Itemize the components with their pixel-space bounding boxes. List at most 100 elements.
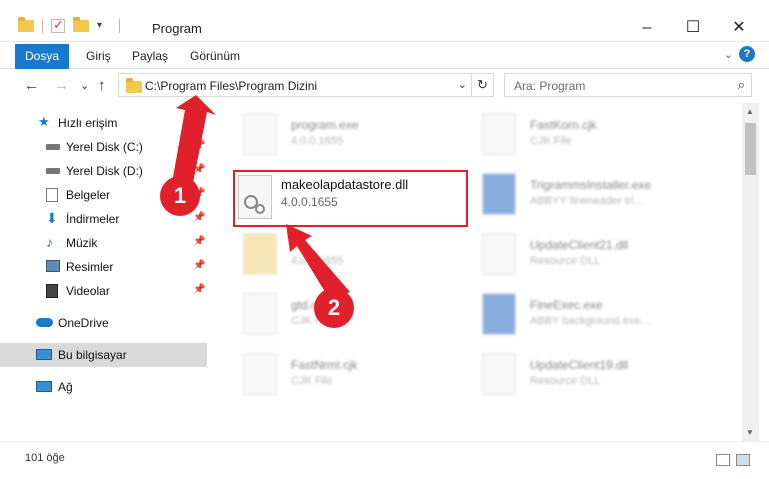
tab-file[interactable]: Dosya [15, 44, 69, 69]
list-item[interactable]: el 4.0.0.1655 [243, 229, 493, 285]
file-name: FastKorn.cjk [530, 118, 597, 132]
file-name: FineExec.exe [530, 298, 603, 312]
highlighted-file-item[interactable]: makeolapdatastore.dll 4.0.0.1655 [233, 170, 468, 227]
file-detail: 4.0.0.1655 [291, 255, 343, 267]
pin-icon[interactable]: 📌 [193, 164, 205, 175]
address-path[interactable]: C:\Program Files\Program Dizini [145, 79, 317, 93]
item-count: 101 öğe [25, 452, 65, 464]
address-dropdown-icon[interactable]: ⌄ [458, 78, 467, 91]
sidebar-item-music[interactable]: ♪ Müzik 📌 [0, 231, 207, 255]
list-item[interactable]: TrigrammsInstaller.exe ABBYY fineneader … [482, 169, 732, 225]
file-icon [482, 173, 516, 215]
drive-icon [46, 144, 60, 150]
list-item[interactable]: FastKorn.cjk CJK File [482, 109, 732, 165]
quick-access-toolbar: ▾ [18, 17, 120, 33]
sidebar-item-label: OneDrive [58, 316, 109, 330]
gear-icon [244, 195, 265, 214]
documents-icon [46, 188, 58, 202]
window-title: Program [152, 21, 202, 36]
expand-ribbon-icon[interactable]: ⌄ [724, 48, 733, 61]
list-item[interactable]: UpdateClient21.dll Resource DLL [482, 229, 732, 285]
scroll-down-icon[interactable]: ▼ [746, 428, 754, 437]
file-list: program.exe 4.0.0.1655 FastKorn.cjk CJK … [207, 103, 742, 441]
navigation-pane: ★ Hızlı erişim Yerel Disk (C:) 📌 Yerel D… [0, 103, 207, 441]
list-item[interactable]: program.exe 4.0.0.1655 [243, 109, 493, 165]
divider [119, 19, 120, 33]
pin-icon[interactable]: 📌 [193, 260, 205, 271]
star-icon: ★ [38, 114, 50, 129]
close-button[interactable]: ✕ [716, 14, 762, 42]
up-button[interactable]: ↑ [98, 77, 106, 94]
back-button[interactable]: ← [24, 77, 39, 94]
details-view-icon[interactable] [716, 454, 730, 466]
list-item[interactable]: UpdateClient19.dll Resource DLL [482, 349, 732, 405]
minimize-button[interactable]: – [624, 14, 670, 42]
address-bar[interactable]: C:\Program Files\Program Dizini ⌄ ↻ [118, 73, 494, 97]
recent-locations-button[interactable]: ⌄ [80, 79, 89, 92]
file-icon [482, 233, 516, 275]
large-icons-view-icon[interactable] [736, 454, 750, 466]
list-item[interactable]: gtd.cjk CJK File [243, 289, 493, 345]
new-folder-icon[interactable] [73, 17, 89, 32]
folder-icon [126, 78, 142, 93]
file-icon [243, 293, 277, 335]
scroll-up-icon[interactable]: ▲ [746, 107, 754, 116]
sidebar-item-this-pc[interactable]: Bu bilgisayar [0, 343, 207, 367]
tab-share[interactable]: Paylaş [122, 44, 178, 69]
sidebar-item-label: Ağ [58, 380, 73, 394]
forward-button[interactable]: → [54, 77, 69, 94]
file-name: UpdateClient21.dll [530, 238, 629, 252]
file-icon [482, 113, 516, 155]
refresh-button[interactable]: ↻ [471, 74, 493, 96]
list-item[interactable]: FineExec.exe ABBY background exe... [482, 289, 732, 345]
list-item[interactable]: FastNrml.cjk CJK File [243, 349, 493, 405]
sidebar-item-label: Belgeler [66, 188, 111, 202]
vertical-scrollbar[interactable]: ▲ ▼ [742, 103, 759, 441]
file-icon [243, 353, 277, 395]
maximize-button[interactable]: ☐ [670, 14, 716, 42]
scrollbar-thumb[interactable] [745, 123, 756, 175]
file-detail: Resource DLL [530, 255, 601, 267]
pictures-icon [46, 260, 60, 272]
navigation-bar: ← → ⌄ ↑ C:\Program Files\Program Dizini … [0, 69, 769, 103]
file-version: 4.0.0.1655 [281, 195, 338, 209]
sidebar-item-label: Bu bilgisayar [58, 348, 127, 362]
file-icon [243, 113, 277, 155]
file-icon [482, 353, 516, 395]
sidebar-item-pictures[interactable]: Resimler 📌 [0, 255, 207, 279]
computer-icon [36, 349, 52, 360]
properties-icon[interactable] [51, 17, 65, 33]
file-detail: ABBYY fineneader tri... [530, 195, 643, 207]
tab-view[interactable]: Görünüm [180, 44, 250, 69]
sidebar-item-label: Yerel Disk (C:) [66, 140, 143, 154]
pin-icon[interactable]: 📌 [193, 284, 205, 295]
folder-icon[interactable] [18, 17, 34, 32]
file-detail: ABBY background exe... [530, 315, 650, 327]
sidebar-item-onedrive[interactable]: OneDrive [0, 311, 207, 335]
help-icon[interactable]: ? [739, 46, 755, 62]
videos-icon [46, 284, 58, 298]
drive-icon [46, 168, 60, 174]
file-name: TrigrammsInstaller.exe [530, 178, 651, 192]
sidebar-item-drive-c[interactable]: Yerel Disk (C:) 📌 [0, 135, 207, 159]
pin-icon[interactable]: 📌 [193, 140, 205, 151]
file-detail: 4.0.0.1655 [291, 135, 343, 147]
file-name: FastNrml.cjk [291, 358, 358, 372]
tab-home[interactable]: Giriş [76, 44, 121, 69]
sidebar-item-label: Resimler [66, 260, 114, 274]
file-detail: Resource DLL [530, 375, 601, 387]
file-name: el [291, 238, 301, 252]
search-box[interactable]: Ara: Program ⌕ [504, 73, 752, 97]
file-detail: CJK File [530, 135, 572, 147]
sidebar-item-network[interactable]: Ağ [0, 375, 207, 399]
pin-icon[interactable]: 📌 [193, 236, 205, 247]
step-badge-2: 2 [314, 288, 354, 328]
sidebar-item-label: Hızlı erişim [58, 116, 118, 130]
pin-icon[interactable]: 📌 [193, 212, 205, 223]
sidebar-item-quick-access[interactable]: ★ Hızlı erişim [0, 111, 207, 135]
file-icon [482, 293, 516, 335]
customize-toolbar-icon[interactable]: ▾ [97, 19, 111, 33]
search-icon[interactable]: ⌕ [738, 77, 745, 93]
sidebar-item-videos[interactable]: Videolar 📌 [0, 279, 207, 303]
search-input[interactable]: Ara: Program [514, 79, 585, 93]
